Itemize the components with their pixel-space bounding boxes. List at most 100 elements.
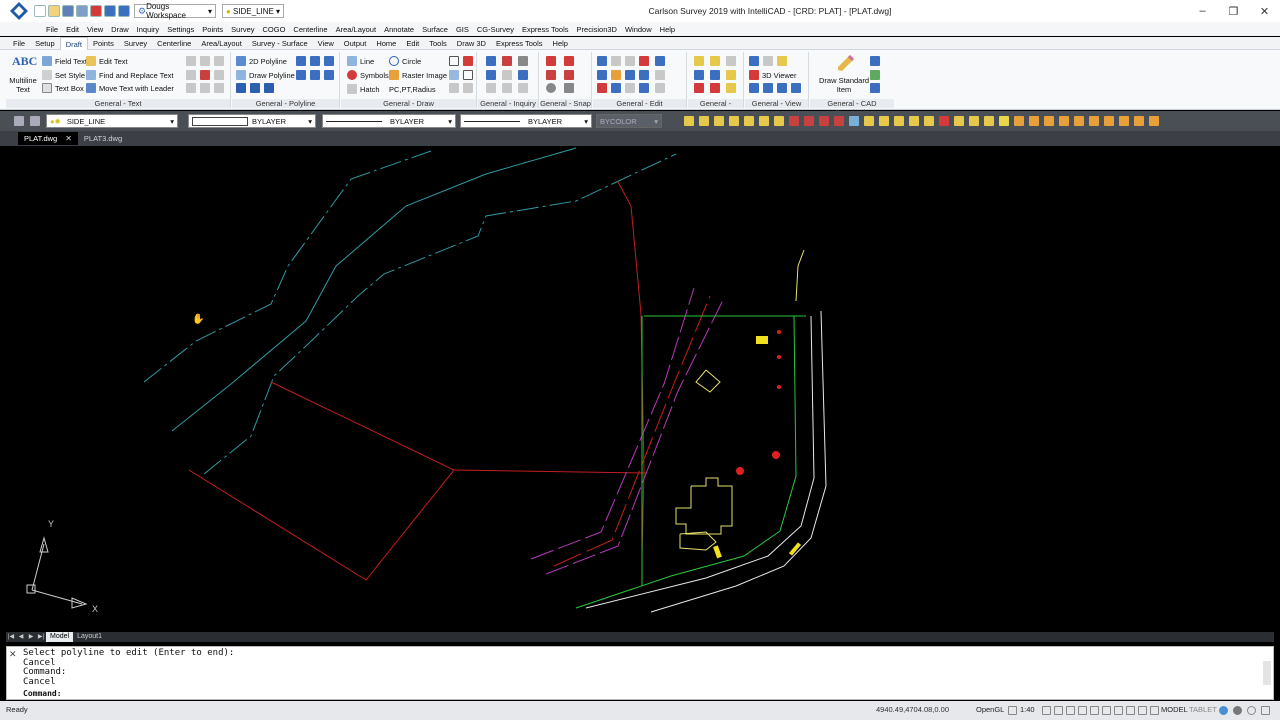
edit-stretch-icon[interactable] bbox=[611, 83, 621, 93]
gear-icon[interactable] bbox=[1219, 706, 1228, 715]
close-button[interactable]: ✕ bbox=[1249, 0, 1280, 22]
toolbar-tool-icon[interactable] bbox=[804, 116, 814, 126]
toolbar-tool-icon[interactable] bbox=[789, 116, 799, 126]
text-case-icon[interactable] bbox=[186, 70, 196, 80]
toolbar-tool-icon[interactable] bbox=[774, 116, 784, 126]
polyline-vertex-icon[interactable] bbox=[324, 56, 334, 66]
snap-center-icon[interactable] bbox=[546, 83, 556, 93]
layer-freeze-icon[interactable] bbox=[694, 70, 704, 80]
snap-settings-icon[interactable] bbox=[564, 83, 574, 93]
toolbar-tool-icon[interactable] bbox=[1089, 116, 1099, 126]
save-as-icon[interactable] bbox=[76, 5, 88, 17]
toolbar-tool-icon[interactable] bbox=[1134, 116, 1144, 126]
standards-config-icon[interactable] bbox=[870, 56, 880, 66]
symbols-button[interactable]: Symbols bbox=[347, 69, 389, 81]
rectangle-icon[interactable] bbox=[449, 56, 459, 66]
polyline-width-icon[interactable] bbox=[296, 70, 306, 80]
workspace-dropdown[interactable]: ⚙ Dougs Workspace ▾ bbox=[134, 2, 216, 20]
edit-scissors-icon[interactable] bbox=[655, 56, 665, 66]
close-icon[interactable]: ✕ bbox=[65, 132, 72, 145]
toolbar-tool-icon[interactable] bbox=[924, 116, 934, 126]
command-input[interactable]: Command: bbox=[23, 689, 1253, 699]
polyline-join-icon[interactable] bbox=[236, 83, 246, 93]
menu-item-gis[interactable]: GIS bbox=[452, 25, 473, 34]
pc-pt-radius-button[interactable]: PC,PT,Radius bbox=[389, 83, 436, 95]
toolbar-tool-icon[interactable] bbox=[1074, 116, 1084, 126]
close-icon[interactable]: ✕ bbox=[9, 649, 17, 660]
customize-icon[interactable] bbox=[1261, 706, 1270, 715]
doc-tab-plat3[interactable]: PLAT3.dwg bbox=[78, 132, 128, 145]
text-mask-icon[interactable] bbox=[214, 83, 224, 93]
text-width-icon[interactable] bbox=[186, 83, 196, 93]
prev-tab-icon[interactable]: ◀ bbox=[17, 633, 25, 641]
toolbar-tool-icon[interactable] bbox=[714, 116, 724, 126]
edit-array-icon[interactable] bbox=[625, 83, 635, 93]
toolbar-tool-icon[interactable] bbox=[1014, 116, 1024, 126]
tab-output[interactable]: Output bbox=[339, 37, 372, 50]
layer-state-icon[interactable] bbox=[694, 56, 704, 66]
point-numbers-icon[interactable] bbox=[449, 70, 459, 80]
zoom-previous-icon[interactable] bbox=[777, 56, 787, 66]
toolbar-tool-icon[interactable] bbox=[954, 116, 964, 126]
layout-tab-layout1[interactable]: Layout1 bbox=[73, 632, 106, 642]
field-text-button[interactable]: Field Text bbox=[42, 55, 87, 67]
toolbar-tool-icon[interactable] bbox=[909, 116, 919, 126]
view-iso-icon[interactable] bbox=[791, 83, 801, 93]
edit-fillet-icon[interactable] bbox=[639, 83, 649, 93]
polyline-smooth-icon[interactable] bbox=[310, 56, 320, 66]
polyline-elevation-icon[interactable] bbox=[310, 70, 320, 80]
toolbar-tool-icon[interactable] bbox=[894, 116, 904, 126]
menu-item-help[interactable]: Help bbox=[656, 25, 679, 34]
tab-express-tools[interactable]: Express Tools bbox=[491, 37, 548, 50]
layer-isolate-icon[interactable] bbox=[710, 56, 720, 66]
first-tab-icon[interactable]: |◀ bbox=[7, 633, 15, 641]
pencil-icon[interactable] bbox=[834, 54, 856, 72]
view-side-icon[interactable] bbox=[777, 83, 787, 93]
toolbar-tool-icon[interactable] bbox=[729, 116, 739, 126]
standards-layer-icon[interactable] bbox=[870, 83, 880, 93]
annotation-scale-icon[interactable] bbox=[1008, 706, 1017, 715]
edit-extend-icon[interactable] bbox=[597, 83, 607, 93]
edit-chamfer-icon[interactable] bbox=[655, 83, 665, 93]
abc-icon[interactable]: ABC bbox=[12, 54, 37, 69]
layer-thaw-icon[interactable] bbox=[710, 83, 720, 93]
toolbar-tool-icon[interactable] bbox=[864, 116, 874, 126]
circle-button[interactable]: Circle bbox=[389, 55, 421, 67]
status-toggle-icon[interactable] bbox=[1138, 706, 1147, 715]
find-replace-text-button[interactable]: Find and Replace Text bbox=[86, 69, 174, 81]
tab-help[interactable]: Help bbox=[548, 37, 573, 50]
model-space-label[interactable]: MODEL bbox=[1161, 705, 1188, 714]
toolbar-tool-icon[interactable] bbox=[849, 116, 859, 126]
tab-tools[interactable]: Tools bbox=[424, 37, 452, 50]
inquiry-angle-icon[interactable] bbox=[502, 70, 512, 80]
menu-item-annotate[interactable]: Annotate bbox=[380, 25, 418, 34]
next-tab-icon[interactable]: ▶ bbox=[27, 633, 35, 641]
edit-copy-icon[interactable] bbox=[611, 56, 621, 66]
inquiry-area-icon[interactable] bbox=[518, 56, 528, 66]
inquiry-volume-icon[interactable] bbox=[518, 83, 528, 93]
tab-draw-3d[interactable]: Draw 3D bbox=[452, 37, 491, 50]
toolbar-tool-icon[interactable] bbox=[1104, 116, 1114, 126]
edit-mirror-icon[interactable] bbox=[625, 70, 635, 80]
toolbar-tool-icon[interactable] bbox=[744, 116, 754, 126]
undo-icon[interactable] bbox=[104, 5, 116, 17]
tab-draft[interactable]: Draft bbox=[59, 36, 88, 50]
polyline-offset-icon[interactable] bbox=[250, 83, 260, 93]
layer-manager-icon[interactable] bbox=[14, 116, 24, 126]
menu-item-points[interactable]: Points bbox=[198, 25, 227, 34]
toolbar-tool-icon[interactable] bbox=[834, 116, 844, 126]
tab-survey[interactable]: Survey bbox=[119, 37, 152, 50]
tab-centerline[interactable]: Centerline bbox=[152, 37, 196, 50]
tab-edit[interactable]: Edit bbox=[401, 37, 424, 50]
edit-trim-icon[interactable] bbox=[655, 70, 665, 80]
command-scrollbar[interactable] bbox=[1263, 661, 1271, 685]
inquiry-bearing-icon[interactable] bbox=[518, 70, 528, 80]
menu-item-settings[interactable]: Settings bbox=[163, 25, 198, 34]
menu-item-precision3d[interactable]: Precision3D bbox=[573, 25, 621, 34]
text-scale-icon[interactable] bbox=[214, 70, 224, 80]
tab-home[interactable]: Home bbox=[371, 37, 401, 50]
toolbar-tool-icon[interactable] bbox=[699, 116, 709, 126]
status-toggle-icon[interactable] bbox=[1090, 706, 1099, 715]
toolbar-tool-icon[interactable] bbox=[969, 116, 979, 126]
snap-intersection-icon[interactable] bbox=[564, 56, 574, 66]
